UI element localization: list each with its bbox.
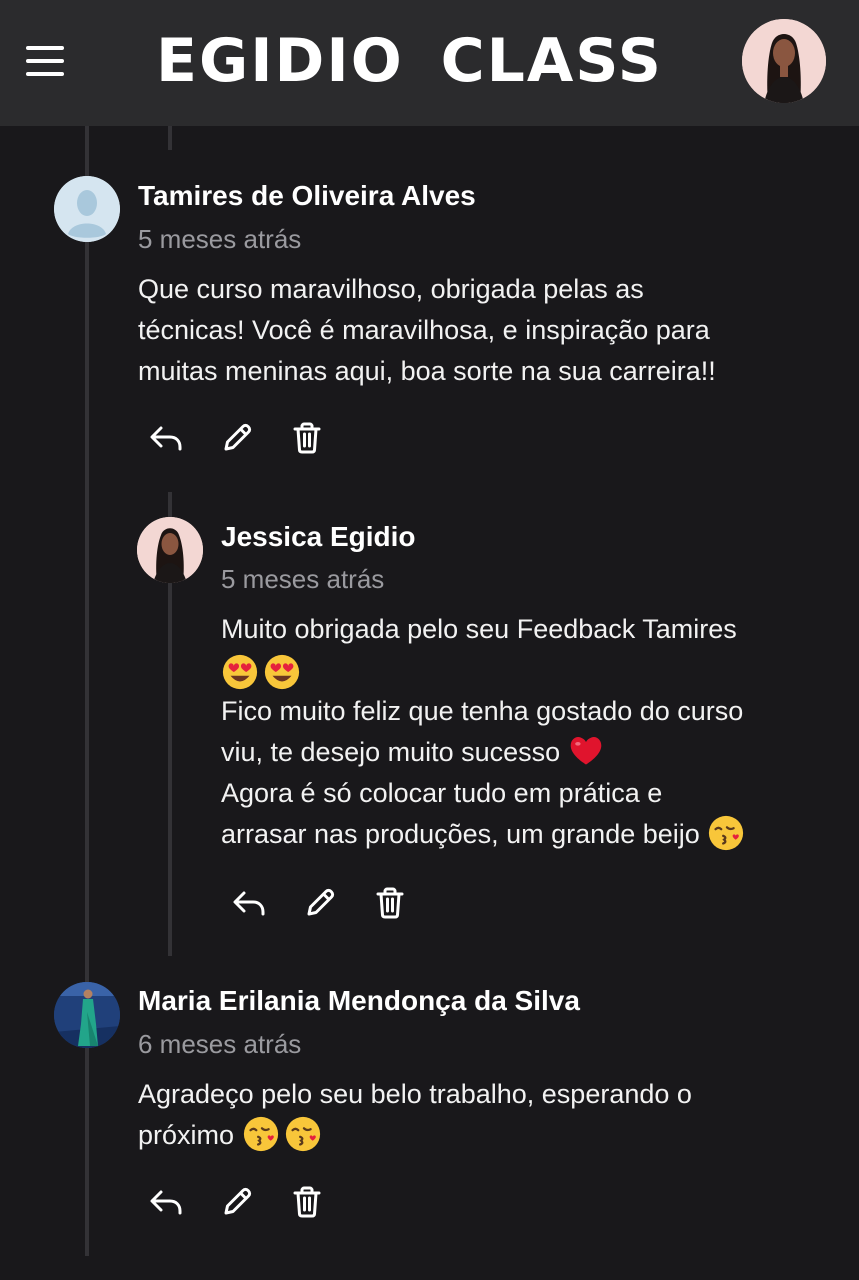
kiss-emoji [707,814,745,852]
comment-actions [146,418,336,458]
comment-line: Agradeço pelo seu belo trabalho, esperan… [138,1079,692,1109]
comment-body: Muito obrigada pelo seu Feedback Tamires… [221,609,841,855]
comment-author: Jessica Egidio [221,521,416,552]
profile-avatar[interactable] [742,19,826,103]
red-heart-emoji [568,733,604,769]
comment-author: Tamires de Oliveira Alves [138,180,476,211]
comment-timestamp: 6 meses atrás [138,1029,302,1059]
comment-actions [229,883,419,923]
comment-line-with-emoji: próximo [138,1115,838,1156]
comment-timestamp: 5 meses atrás [138,224,302,254]
comment-timestamp: 5 meses atrás [221,564,385,594]
thread-line [85,126,89,1256]
trash-icon[interactable] [370,883,410,923]
reply-icon[interactable] [146,418,186,458]
hamburger-menu-icon[interactable] [26,46,66,76]
thread-line-top-stub [168,126,172,150]
comment-author: Maria Erilania Mendonça da Silva [138,985,580,1016]
heart-eyes-emoji [221,653,259,691]
comment-line: arrasar nas produções, um grande beijo [221,819,700,849]
author-avatar [137,517,203,583]
comment-line-with-emoji: arrasar nas produções, um grande beijo [221,814,841,855]
comment-line: próximo [138,1120,235,1150]
comment-line: técnicas! Você é maravilhosa, e inspiraç… [138,315,710,345]
comment-line: Fico muito feliz que tenha gostado do cu… [221,696,744,726]
comment-line: Que curso maravilhoso, obrigada pelas as [138,274,644,304]
app-header: EGIDIO CLASS [0,0,859,126]
trash-icon[interactable] [287,1182,327,1222]
comment-line: Muito obrigada pelo seu Feedback Tamires [221,614,737,644]
reply-icon[interactable] [229,883,269,923]
kiss-emoji [242,1115,280,1153]
edit-pencil-icon[interactable] [300,883,340,923]
heart-eyes-emoji [263,653,301,691]
trash-icon[interactable] [287,418,327,458]
author-avatar [54,982,120,1048]
brand-title: EGIDIO CLASS [156,26,664,96]
comment-line: Agora é só colocar tudo em prática e [221,778,663,808]
comment-line: muitas meninas aqui, boa sorte na sua ca… [138,356,716,386]
comment-actions [146,1182,336,1222]
comment-line-emojis [221,650,841,691]
comment-line: viu, te desejo muito sucesso [221,737,561,767]
edit-pencil-icon[interactable] [217,418,257,458]
edit-pencil-icon[interactable] [217,1182,257,1222]
comment-body: Agradeço pelo seu belo trabalho, esperan… [138,1074,838,1156]
default-avatar [54,176,120,242]
comment-line-with-emoji: viu, te desejo muito sucesso [221,732,841,773]
reply-icon[interactable] [146,1182,186,1222]
kiss-emoji [284,1115,322,1153]
comment-body: Que curso maravilhoso, obrigada pelas as… [138,269,838,392]
